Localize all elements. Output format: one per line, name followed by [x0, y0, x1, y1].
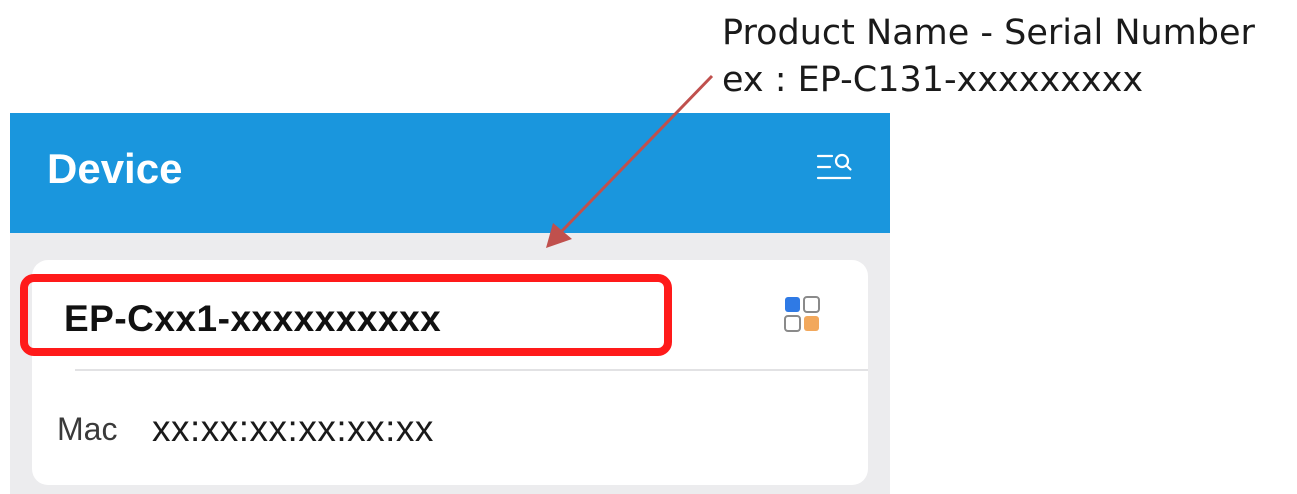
search-filter-button[interactable]	[810, 147, 858, 187]
grid-button[interactable]	[782, 293, 822, 335]
search-filter-icon	[816, 153, 852, 180]
grid-icon	[784, 296, 820, 332]
device-card[interactable]: EP-Cxx1-xxxxxxxxxx Mac xx:xx:xx:xx:xx:xx	[20, 260, 868, 485]
app-header: Device	[10, 113, 890, 233]
card-divider	[75, 369, 868, 371]
page-title: Device	[47, 145, 183, 192]
device-screen: Device EP-Cxx1-xxxxxxxxxx Mac xx:xx:xx:x…	[10, 113, 890, 494]
mac-label: Mac	[57, 411, 118, 447]
annotation-line-2: ex : EP-C131-xxxxxxxxx	[722, 60, 1144, 100]
annotation-callout: Product Name - Serial Number ex : EP-C13…	[722, 10, 1255, 104]
device-name: EP-Cxx1-xxxxxxxxxx	[64, 298, 442, 339]
annotation-line-1: Product Name - Serial Number	[722, 13, 1255, 53]
mac-value: xx:xx:xx:xx:xx:xx	[152, 408, 434, 449]
